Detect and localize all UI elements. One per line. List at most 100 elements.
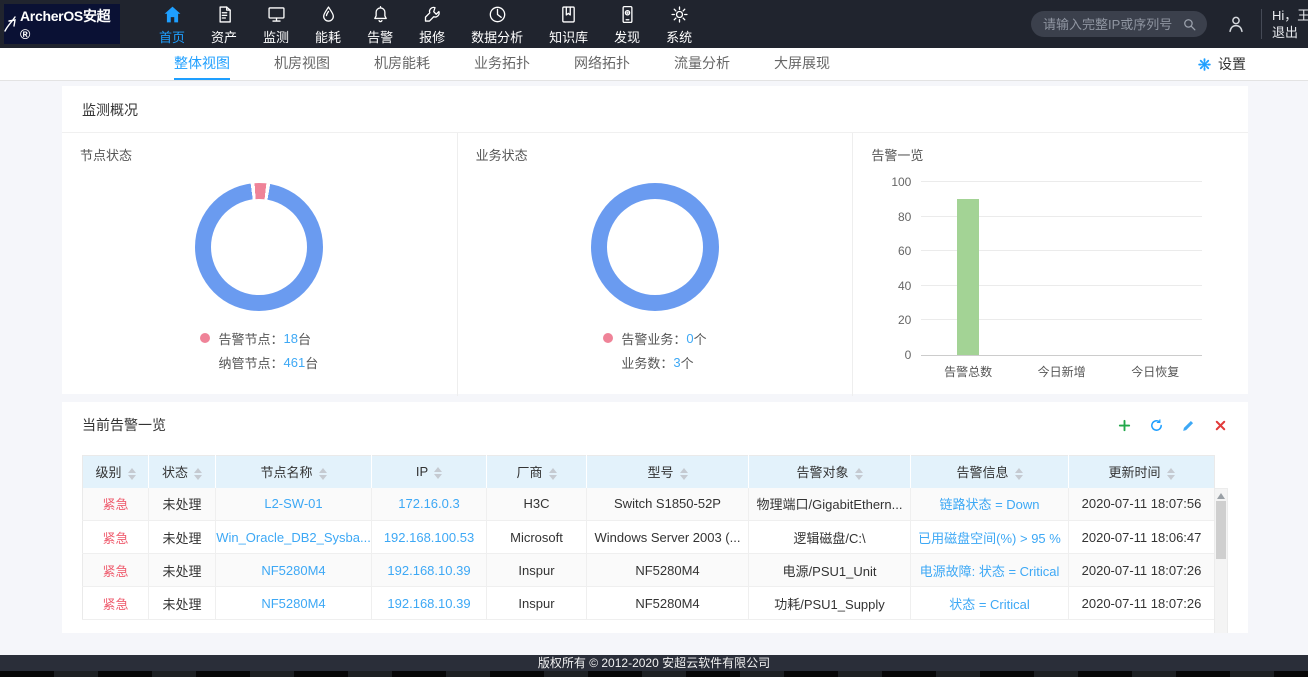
table-cell: 2020-07-11 18:07:56 [1069,488,1215,521]
refresh-icon [1149,418,1164,433]
table-scrollbar[interactable] [1214,488,1228,633]
edit-button[interactable] [1181,418,1196,433]
node-status-legend: 告警节点： 18 台 纳管节点： 461 台 [200,326,318,374]
app-logo[interactable]: ArcherOS安超® [4,4,120,44]
scrollbar-thumb[interactable] [1216,501,1226,559]
current-alarms-card: 当前告警一览 级别状态节点名称IP厂商型号告警对象告警信息更新时间紧急未处理L2… [62,402,1248,633]
table-cell: Microsoft [487,521,587,554]
table-cell: 紧急 [83,587,149,620]
subnav-tab-2[interactable]: 机房视图 [274,48,330,80]
discover-icon [617,4,638,25]
nav-item-discover[interactable]: 发现 [601,0,653,48]
alert-bullet-icon [603,333,613,343]
add-button[interactable] [1117,418,1132,433]
table-cell: 紧急 [83,488,149,521]
scroll-up-icon[interactable] [1217,493,1225,499]
refresh-button[interactable] [1149,418,1164,433]
subnav-tab-7[interactable]: 大屏展现 [774,48,830,80]
column-header[interactable]: 级别 [83,456,149,488]
global-search[interactable] [1031,11,1207,37]
nav-item-label: 告警 [367,27,393,46]
taskbar-strip [0,671,1308,677]
table-row: 紧急未处理NF5280M4192.168.10.39InspurNF5280M4… [83,587,1215,620]
sort-icon[interactable] [1015,468,1023,480]
subnav-tab-1[interactable]: 整体视图 [174,48,230,80]
table-cell: 未处理 [149,488,216,521]
sort-icon[interactable] [128,468,136,480]
user-avatar-icon[interactable] [1225,13,1247,35]
nav-item-energy[interactable]: 能耗 [302,0,354,48]
table-row: 紧急未处理L2-SW-01172.16.0.3H3CSwitch S1850-5… [83,488,1215,521]
delete-button[interactable] [1213,418,1228,433]
bar-chart-plot-area: 020406080100告警总数今日新增今日恢复 [921,182,1202,356]
table-cell[interactable]: 电源故障: 状态 = Critical [911,554,1069,587]
column-header[interactable]: 型号 [587,456,749,488]
view-tabs: 整体视图 机房视图 机房能耗 业务拓扑 网络拓扑 流量分析 大屏展现 [152,48,852,80]
search-icon[interactable] [1181,16,1198,33]
service-status-donut-chart [591,183,719,311]
nav-item-data-analysis[interactable]: 数据分析 [458,0,536,48]
main-nav: 首页资产监测能耗告警报修数据分析知识库发现系统 [146,0,705,48]
nav-item-label: 系统 [666,27,692,46]
table-cell: NF5280M4 [587,554,749,587]
column-header[interactable]: 厂商 [487,456,587,488]
plus-icon [1117,418,1132,433]
service-status-panel: 业务状态 告警业务： 0 个 业务数： 3 个 [457,133,853,396]
column-header[interactable]: 节点名称 [216,456,372,488]
table-cell[interactable]: NF5280M4 [216,554,372,587]
subnav-tab-6[interactable]: 流量分析 [674,48,730,80]
subnav-tab-4[interactable]: 业务拓扑 [474,48,530,80]
table-cell: 功耗/PSU1_Supply [749,587,911,620]
column-label: 节点名称 [260,465,312,480]
table-cell: 物理端口/GigabitEthern... [749,488,911,521]
table-cell[interactable]: 192.168.10.39 [372,587,487,620]
column-header[interactable]: 告警对象 [749,456,911,488]
nav-item-home[interactable]: 首页 [146,0,198,48]
settings-button[interactable]: 设置 [1197,48,1246,80]
table-cell[interactable]: 192.168.10.39 [372,554,487,587]
gridline [921,181,1202,182]
table-cell[interactable]: 已用磁盘空间(%) > 95 % [911,521,1069,554]
node-status-donut-chart [195,183,323,311]
column-label: 型号 [647,465,673,480]
sort-icon[interactable] [319,468,327,480]
sort-icon[interactable] [680,468,688,480]
alert-bullet-icon [200,333,210,343]
sort-icon[interactable] [855,468,863,480]
subnav-tab-3[interactable]: 机房能耗 [374,48,430,80]
table-cell[interactable]: L2-SW-01 [216,488,372,521]
nav-item-repair[interactable]: 报修 [406,0,458,48]
search-input[interactable] [1043,17,1181,32]
table-cell[interactable]: NF5280M4 [216,587,372,620]
table-cell: Switch S1850-52P [587,488,749,521]
table-cell[interactable]: 172.16.0.3 [372,488,487,521]
sort-icon[interactable] [434,467,442,479]
nav-item-monitor[interactable]: 监测 [250,0,302,48]
nav-item-knowledge[interactable]: 知识库 [536,0,601,48]
table-cell[interactable]: 状态 = Critical [911,587,1069,620]
column-header[interactable]: 告警信息 [911,456,1069,488]
table-cell[interactable]: 192.168.100.53 [372,521,487,554]
column-label: IP [416,464,428,479]
column-header[interactable]: 更新时间 [1069,456,1215,488]
sort-icon[interactable] [194,468,202,480]
table-cell[interactable]: Win_Oracle_DB2_Sysba... [216,521,372,554]
sort-icon[interactable] [1167,468,1175,480]
nav-item-alarm-bell[interactable]: 告警 [354,0,406,48]
nav-item-label: 数据分析 [471,27,523,46]
page-content: 监测概况 节点状态 告警节点： 18 台 纳管节点： 461 [0,81,1308,655]
table-cell[interactable]: 链路状态 = Down [911,488,1069,521]
table-cell: Inspur [487,554,587,587]
logout-link[interactable]: 退出 [1272,24,1308,41]
sub-navbar: 整体视图 机房视图 机房能耗 业务拓扑 网络拓扑 流量分析 大屏展现 设置 [0,48,1308,81]
service-panel-title: 业务状态 [476,145,835,164]
overview-panels: 节点状态 告警节点： 18 台 纳管节点： 461 台 [62,133,1248,396]
y-axis-label: 80 [871,210,911,224]
subnav-tab-5[interactable]: 网络拓扑 [574,48,630,80]
nav-item-asset[interactable]: 资产 [198,0,250,48]
column-header[interactable]: 状态 [149,456,216,488]
column-header[interactable]: IP [372,456,487,488]
nav-item-system[interactable]: 系统 [653,0,705,48]
pencil-icon [1181,418,1196,433]
sort-icon[interactable] [549,468,557,480]
